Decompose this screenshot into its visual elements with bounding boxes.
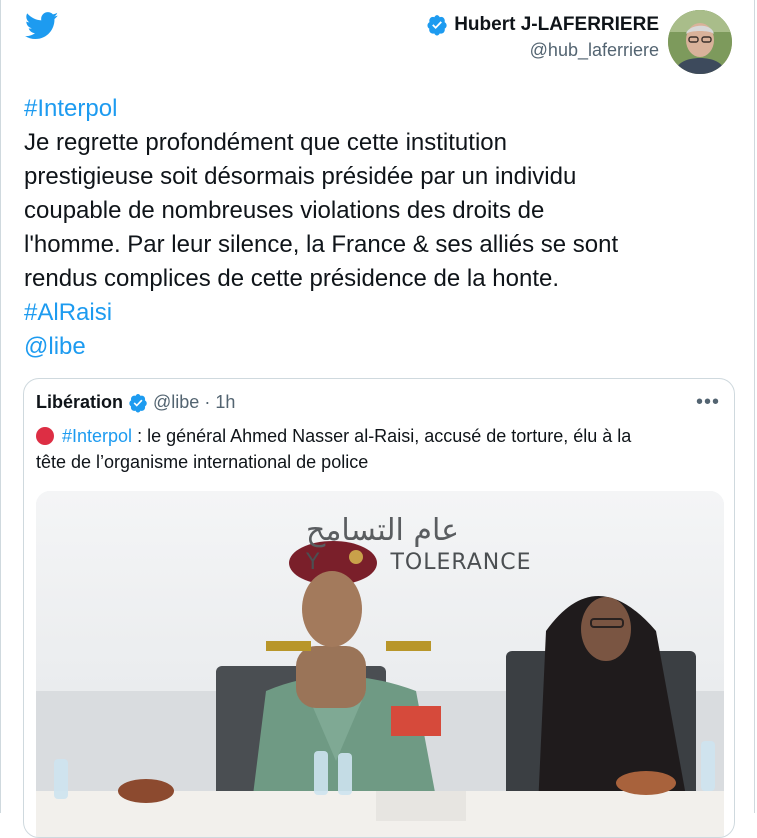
quoted-author-name[interactable]: Libération <box>36 392 123 413</box>
more-options-icon[interactable]: ••• <box>696 391 720 414</box>
author-handle[interactable]: @hub_laferriere <box>426 40 659 61</box>
quoted-line-1: : le général Ahmed Nasser al-Raisi, accu… <box>132 426 632 446</box>
tweet-line-4: l'homme. Par leur silence, la France & s… <box>24 231 619 258</box>
verified-badge-icon <box>129 393 147 412</box>
sign-arabic-text: عام التسامح <box>306 513 460 548</box>
tweet-body: #Interpol Je regrette profondément que c… <box>24 92 724 364</box>
quoted-tweet-photo[interactable]: عام التسامح Y TOLERANCE <box>36 491 724 837</box>
tweet-card: Hubert J-LAFERRIERE @hub_laferriere #Int… <box>0 0 755 838</box>
tweet-line-2: prestigieuse soit désormais présidée par… <box>24 163 577 190</box>
quoted-tweet-header: Libération @libe · 1h <box>36 392 235 413</box>
sign-english-left: Y <box>306 550 321 575</box>
quoted-tweet[interactable]: Libération @libe · 1h ••• #Interpol : le… <box>23 378 735 838</box>
quoted-hashtag-interpol-link[interactable]: #Interpol <box>62 426 132 446</box>
hashtag-alraisi-link[interactable]: #AlRaisi <box>24 296 724 330</box>
photo-backdrop-sign: عام التسامح Y TOLERANCE <box>306 513 532 575</box>
quoted-timestamp[interactable]: 1h <box>215 392 235 413</box>
tweet-line-1: Je regrette profondément que cette insti… <box>24 129 507 156</box>
header-separator: · <box>204 392 211 412</box>
author-block[interactable]: Hubert J-LAFERRIERE @hub_laferriere <box>426 14 659 61</box>
hashtag-interpol-link[interactable]: #Interpol <box>24 92 724 126</box>
tweet-line-3: coupable de nombreuses violations des dr… <box>24 197 545 224</box>
quoted-tweet-text: #Interpol : le général Ahmed Nasser al-R… <box>36 423 726 475</box>
author-name[interactable]: Hubert J-LAFERRIERE <box>454 14 659 36</box>
verified-badge-icon <box>427 15 447 36</box>
quoted-author-handle[interactable]: @libe <box>153 392 199 413</box>
sign-english-right: TOLERANCE <box>390 550 532 575</box>
avatar[interactable] <box>668 10 732 74</box>
quoted-line-2: tête de l’organisme international de pol… <box>36 452 369 472</box>
avatar-portrait-icon <box>668 10 732 74</box>
twitter-bird-icon[interactable] <box>25 12 59 40</box>
tweet-line-5: rendus complices de cette présidence de … <box>24 265 559 292</box>
red-circle-emoji-icon <box>36 427 54 445</box>
mention-libe-link[interactable]: @libe <box>24 330 724 364</box>
